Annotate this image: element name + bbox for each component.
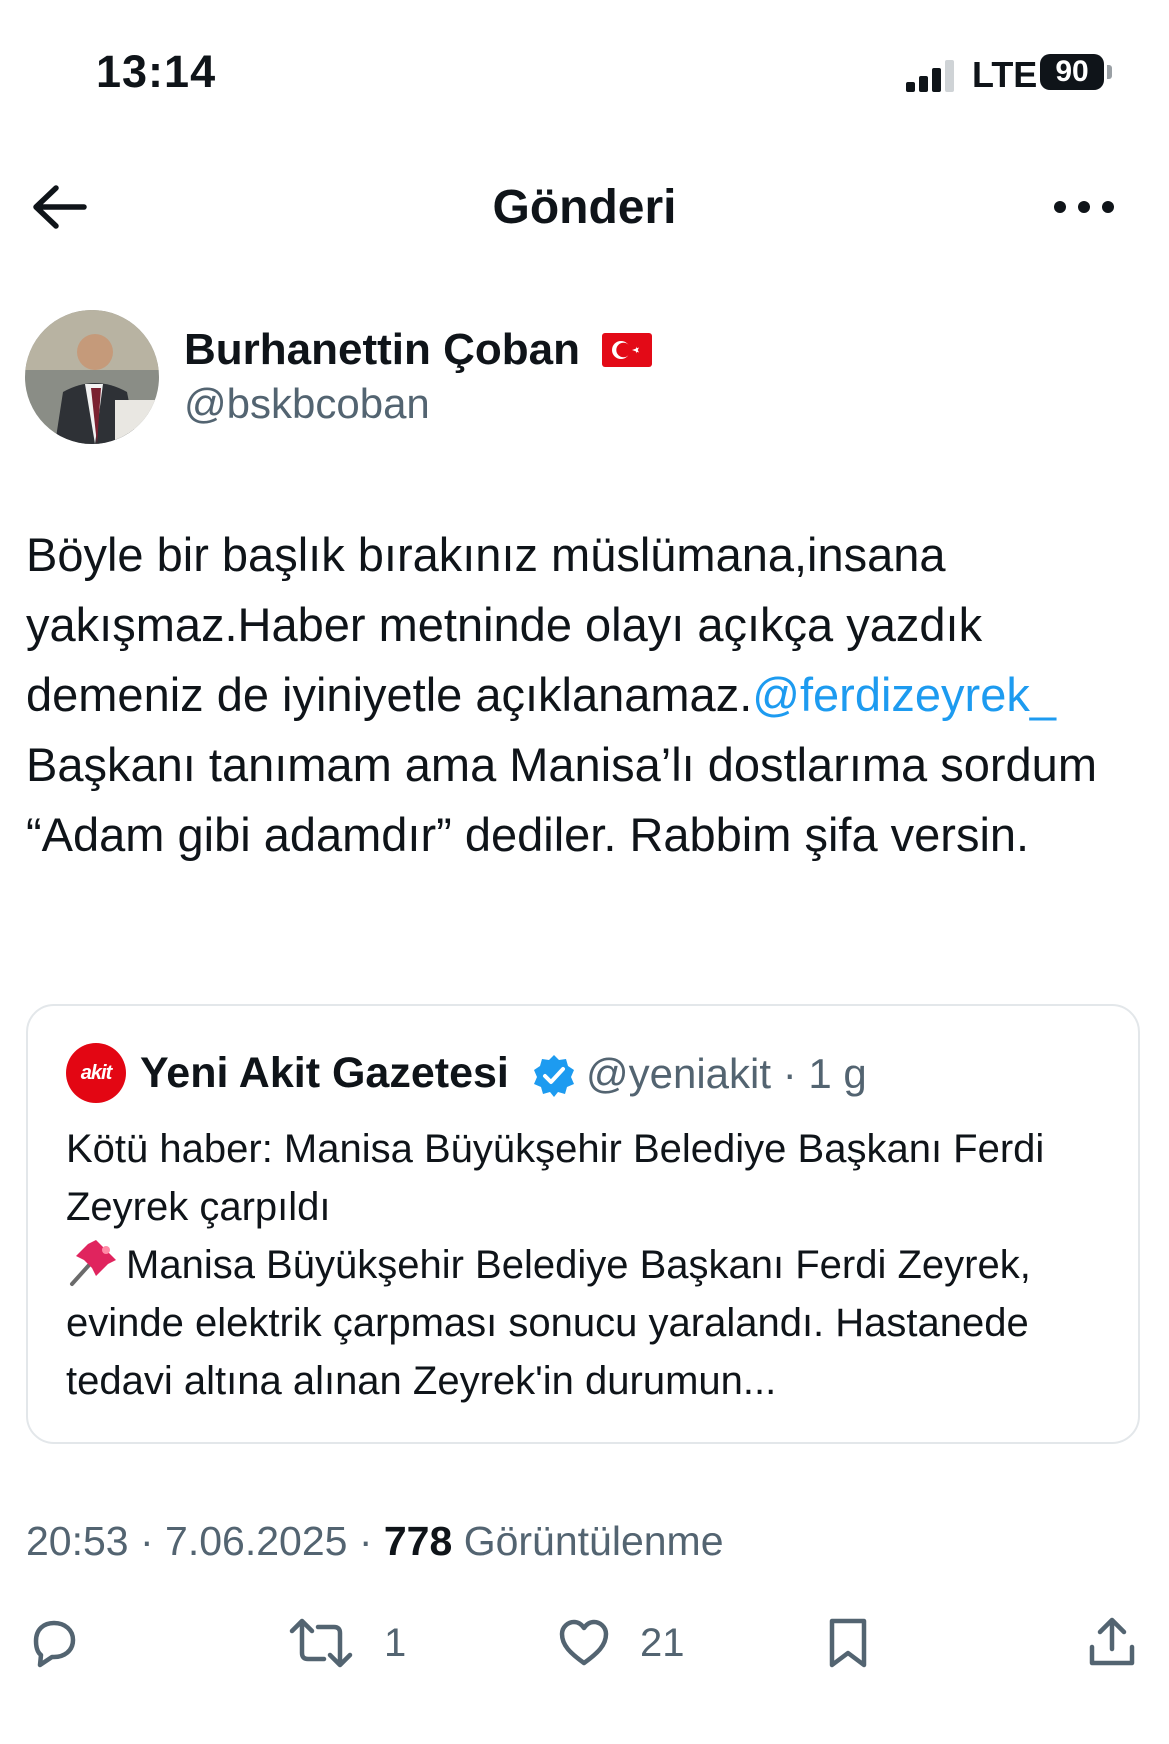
battery-level: 90: [1055, 55, 1089, 88]
battery-icon: 90: [1040, 54, 1104, 90]
more-button[interactable]: [1052, 195, 1116, 219]
verified-badge-icon: [532, 1053, 576, 1097]
tweet-text: Böyle bir başlık bırakınız müslümana,ins…: [26, 520, 1151, 870]
reply-icon: [33, 1620, 76, 1668]
mention-link[interactable]: @ferdizeyrek_: [752, 668, 1056, 721]
share-button[interactable]: [1084, 1615, 1140, 1671]
status-time: 13:14: [96, 46, 217, 97]
views-label: Görüntülenme: [452, 1518, 724, 1564]
page-title: Gönderi: [492, 181, 677, 234]
quoted-line-2-wrap: Manisa Büyükşehir Belediye Başkanı Ferdi…: [66, 1236, 1116, 1410]
author-name[interactable]: Burhanettin Çoban: [184, 325, 580, 375]
turkey-flag-icon: [602, 333, 652, 367]
author-handle[interactable]: @bskbcoban: [184, 380, 430, 428]
retweet-count: 1: [384, 1620, 407, 1665]
like-count: 21: [640, 1620, 685, 1665]
tweet-text-part2: Başkanı tanımam ama Manisa’lı dostlarıma…: [26, 738, 1097, 861]
quoted-tweet-text: Kötü haber: Manisa Büyükşehir Belediye B…: [66, 1120, 1116, 1410]
avatar-photo: [25, 310, 159, 444]
bookmark-button[interactable]: [820, 1615, 876, 1671]
time-date[interactable]: 20:53 · 7.06.2025 ·: [26, 1518, 384, 1564]
reply-button[interactable]: [26, 1615, 82, 1671]
quoted-handle-time: @yeniakit · 1 g: [586, 1050, 867, 1097]
more-horizontal-icon: [1054, 201, 1114, 213]
share-icon: [1089, 1617, 1135, 1666]
view-count: 778: [383, 1518, 453, 1564]
heart-icon: [559, 1619, 609, 1666]
quoted-author-name[interactable]: Yeni Akit Gazetesi: [140, 1049, 509, 1098]
like-button[interactable]: 21: [556, 1615, 685, 1671]
battery-tip: [1107, 65, 1112, 79]
retweet-icon: [289, 1618, 353, 1668]
signal-icon: [906, 58, 958, 92]
retweet-button[interactable]: 1: [286, 1615, 406, 1671]
tweet-timestamp: 20:53 · 7.06.2025 · 778 Görüntülenme: [26, 1518, 724, 1565]
bookmark-icon: [829, 1618, 867, 1668]
quoted-line-1: Kötü haber: Manisa Büyükşehir Belediye B…: [66, 1127, 1045, 1229]
author-avatar[interactable]: [25, 310, 159, 444]
pushpin-icon: [70, 1240, 116, 1286]
quoted-avatar-logo[interactable]: akit: [66, 1043, 126, 1103]
network-type: LTE: [972, 54, 1038, 95]
quoted-line-2: Manisa Büyükşehir Belediye Başkanı Ferdi…: [66, 1243, 1031, 1403]
